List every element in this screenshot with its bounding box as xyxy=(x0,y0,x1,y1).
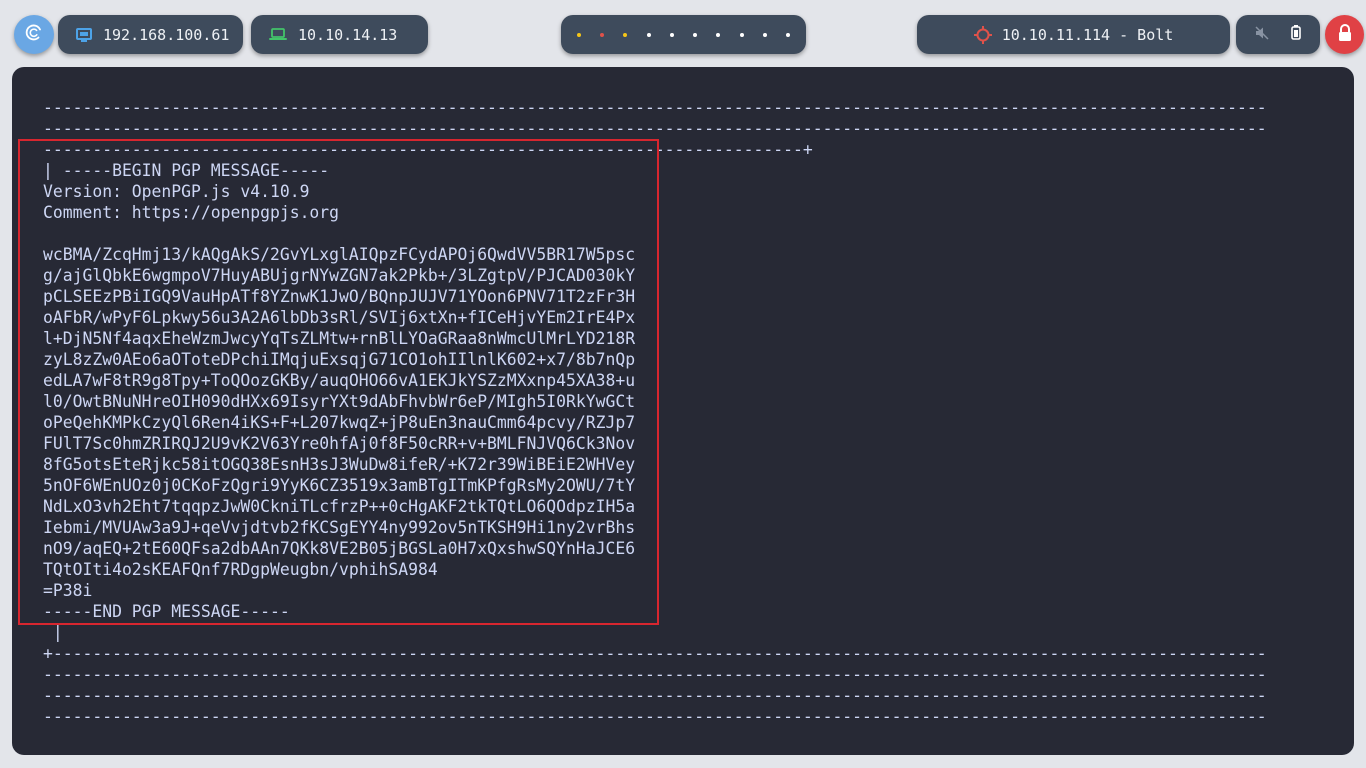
terminal-line: TQtOIti4o2sKEAFQnf7RDgpWeugbn/vphihSA984 xyxy=(43,560,438,579)
terminal-line: 8fG5otsEteRjkc58itOGQ38EsnH3sJ3WuDw8ifeR… xyxy=(43,455,636,474)
host-ip-text: 192.168.100.61 xyxy=(103,25,230,44)
system-tray[interactable] xyxy=(1236,15,1320,54)
app-menu-button[interactable] xyxy=(14,15,54,54)
workspace-dot-9[interactable] xyxy=(763,32,768,37)
terminal-line: pCLSEEzPBiIGQ9VauHpATf8YZnwK1JwO/BQnpJUJ… xyxy=(43,287,636,306)
terminal-line: +---------------------------------------… xyxy=(43,644,1267,663)
terminal-line: oPeQehKMPkCzyQl6Ren4iKS+F+L207kwqZ+jP8uE… xyxy=(43,413,636,432)
terminal-output: ----------------------------------------… xyxy=(43,97,1333,727)
terminal-window[interactable]: ----------------------------------------… xyxy=(12,67,1354,755)
terminal-line: ----------------------------------------… xyxy=(43,707,1267,726)
monitor-icon xyxy=(76,27,92,42)
target-widget[interactable]: 10.10.11.114 - Bolt xyxy=(917,15,1230,54)
terminal-line: edLA7wF8tR9g8Tpy+ToQOozGKBy/auqOHO66vA1E… xyxy=(43,371,636,390)
terminal-line: | -----BEGIN PGP MESSAGE----- xyxy=(43,161,330,180)
workspace-dot-10[interactable] xyxy=(786,32,791,37)
host-ip-widget[interactable]: 192.168.100.61 xyxy=(58,15,243,54)
terminal-line: ----------------------------------------… xyxy=(43,119,1267,138)
workspace-switcher[interactable] xyxy=(561,15,806,54)
workspace-dot-4[interactable] xyxy=(646,32,651,37)
terminal-line: Version: OpenPGP.js v4.10.9 xyxy=(43,182,310,201)
terminal-line: nO9/aqEQ+2tE60QFsa2dbAAn7QKk8VE2B05jBGSL… xyxy=(43,539,636,558)
terminal-line: ----------------------------------------… xyxy=(43,98,1267,117)
terminal-line: NdLxO3vh2Eht7tqqpzJwW0CkniTLcfrzP++0cHgA… xyxy=(43,497,636,516)
vpn-ip-text: 10.10.14.13 xyxy=(298,25,398,44)
workspace-dot-3[interactable] xyxy=(623,32,628,37)
terminal-line: | xyxy=(43,623,63,642)
terminal-line: oAFbR/wPyF6Lpkwy56u3A2A6lbDb3sRl/SVIj6xt… xyxy=(43,308,636,327)
workspace-dot-7[interactable] xyxy=(716,32,721,37)
crosshair-icon xyxy=(973,25,992,44)
terminal-line: =P38i xyxy=(43,581,93,600)
terminal-line: Comment: https://openpgpjs.org xyxy=(43,203,340,222)
lock-button[interactable] xyxy=(1325,15,1364,54)
volume-muted-icon[interactable] xyxy=(1255,25,1269,44)
vpn-ip-widget[interactable]: 10.10.14.13 xyxy=(251,15,428,54)
target-label: 10.10.11.114 - Bolt xyxy=(1001,25,1174,44)
workspace-dot-2[interactable] xyxy=(599,32,604,37)
terminal-line: zyL8zZw0AEo6aOToteDPchiIMqjuExsqjG71CO1o… xyxy=(43,350,636,369)
terminal-line: Iebmi/MVUAw3a9J+qeVvjdtvb2fKCSgEYY4ny992… xyxy=(43,518,636,537)
workspace-dot-5[interactable] xyxy=(669,32,674,37)
battery-icon[interactable] xyxy=(1291,25,1301,44)
terminal-line: l+DjN5Nf4aqxEheWzmJwcyYqTsZLMtw+rnBlLYOa… xyxy=(43,329,636,348)
workspace-dot-6[interactable] xyxy=(693,32,698,37)
terminal-line: ----------------------------------------… xyxy=(43,686,1267,705)
terminal-line: FUlT7Sc0hmZRIRQJ2U9vK2V63Yre0hfAj0f8F50c… xyxy=(43,434,636,453)
terminal-line: -----END PGP MESSAGE----- xyxy=(43,602,290,621)
terminal-line: g/ajGlQbkE6wgmpoV7HuyABUjgrNYwZGN7ak2Pkb… xyxy=(43,266,636,285)
workspace-dot-1[interactable] xyxy=(576,32,581,37)
terminal-line: ----------------------------------------… xyxy=(43,665,1267,684)
terminal-line: l0/OwtBNuNHreOIH090dHXx69IsyrYXt9dAbFhvb… xyxy=(43,392,636,411)
laptop-icon xyxy=(269,28,287,41)
lock-icon xyxy=(1338,24,1352,45)
workspace-dot-8[interactable] xyxy=(739,32,744,37)
terminal-line: ----------------------------------------… xyxy=(43,140,813,159)
debian-swirl-icon xyxy=(23,22,45,48)
terminal-line: 5nOF6WEnUOz0j0CKoFzQgri9YyK6CZ3519x3amBT… xyxy=(43,476,636,495)
terminal-line: wcBMA/ZcqHmj13/kAQgAkS/2GvYLxglAIQpzFCyd… xyxy=(43,245,636,264)
